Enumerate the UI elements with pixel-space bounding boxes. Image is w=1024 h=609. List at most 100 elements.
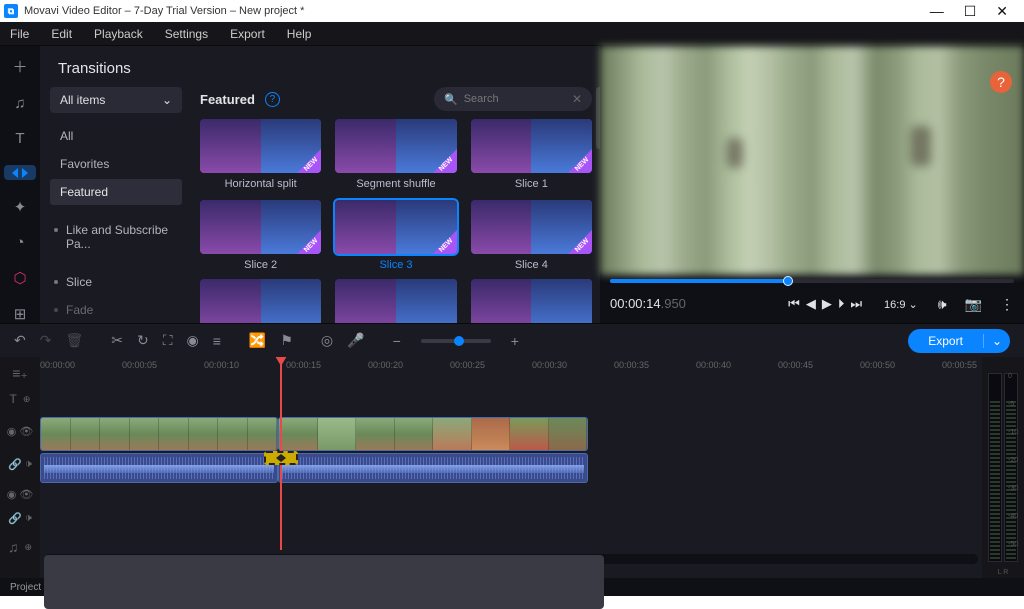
color-icon[interactable]: ◉	[187, 332, 199, 349]
transition-thumb[interactable]: NEW	[471, 200, 592, 254]
next-frame-icon[interactable]: ⏵	[838, 296, 845, 312]
rotate-icon[interactable]: ↻	[137, 332, 149, 349]
maximize-button[interactable]: ☐	[964, 3, 977, 20]
video-track[interactable]	[40, 417, 972, 487]
nav-all[interactable]: All	[50, 123, 182, 149]
add-media-icon[interactable]: ＋	[4, 56, 36, 77]
transition-thumb[interactable]: NEW	[200, 119, 321, 173]
tool-strip: ＋ ♫ T ✦ ◔ ⬡ ⊞	[0, 46, 40, 323]
transitions-panel: Transitions All items ⌄ All Favorites Fe…	[40, 46, 600, 323]
help-button[interactable]: ?	[990, 71, 1012, 93]
effects-icon[interactable]: ✦	[4, 198, 36, 216]
delete-icon[interactable]: 🗑	[65, 332, 83, 349]
crop-icon[interactable]: ⛶	[163, 332, 173, 349]
zoom-out-icon[interactable]: −	[393, 333, 401, 349]
category-dropdown[interactable]: All items ⌄	[50, 87, 182, 113]
menu-export[interactable]: Export	[230, 27, 265, 41]
timeline-ruler[interactable]: 00:00:0000:00:0500:00:1000:00:1500:00:20…	[40, 357, 982, 375]
audio-meters: 0-5-10-20-30-40-50 L R	[982, 357, 1024, 578]
preview-more-icon[interactable]: ⋮	[1000, 296, 1014, 313]
transition-wizard-icon[interactable]: 🔀	[249, 332, 266, 349]
main-area: ＋ ♫ T ✦ ◔ ⬡ ⊞ Transitions All items ⌄ Al…	[0, 46, 1024, 323]
transition-thumb[interactable]: NEW	[335, 119, 456, 173]
minimize-button[interactable]: —	[930, 3, 944, 20]
music-track-icon[interactable]: ♫ ⊕	[0, 535, 40, 559]
undo-icon[interactable]: ↶	[14, 332, 26, 349]
panel-content: Featured ? 🔍 Search ✕ NEWHorizontal spli…	[192, 87, 600, 323]
export-dropdown-icon[interactable]: ⌄	[983, 334, 1010, 348]
extra-track-header[interactable]: ◉👁	[0, 479, 40, 509]
video-clip[interactable]	[40, 417, 278, 451]
transition-label: Slice 3	[335, 259, 456, 271]
timeline-track-headers: ≡₊ T⊕ ◉👁 🔗🕩 ◉👁 🔗🕩 ♫ ⊕	[0, 357, 40, 578]
transition-label: Horizontal split	[200, 178, 321, 190]
chevron-down-icon: ⌄	[162, 93, 172, 107]
transition-thumb[interactable]: NEW	[200, 200, 321, 254]
aspect-ratio[interactable]: 16:9 ⌄	[884, 298, 918, 311]
more-tools-icon[interactable]: ⊞	[4, 305, 36, 323]
split-icon[interactable]: ✂	[111, 332, 123, 349]
transition-thumb[interactable]: NEW	[471, 119, 592, 173]
menu-edit[interactable]: Edit	[51, 27, 72, 41]
zoom-slider[interactable]	[421, 339, 491, 343]
transition-thumb[interactable]	[335, 279, 456, 323]
extra-track-header2[interactable]: 🔗🕩	[0, 509, 40, 527]
nav-category[interactable]: Like and Subscribe Pa...	[50, 217, 182, 257]
transition-thumb[interactable]	[471, 279, 592, 323]
search-input[interactable]: 🔍 Search ✕	[434, 87, 592, 111]
menu-help[interactable]: Help	[287, 27, 312, 41]
clear-search-icon[interactable]: ✕	[572, 92, 582, 106]
next-clip-icon[interactable]: ⏭	[850, 296, 862, 312]
nav-favorites[interactable]: Favorites	[50, 151, 182, 177]
ruler-tick: 00:00:40	[696, 360, 731, 370]
close-button[interactable]: ✕	[996, 3, 1008, 20]
meter-lr-label: L R	[982, 569, 1024, 576]
audio-waveform[interactable]	[278, 453, 588, 483]
audio-track-header[interactable]: 🔗🕩	[0, 449, 40, 479]
clip-properties-icon[interactable]: ≡	[213, 333, 221, 349]
prev-clip-icon[interactable]: ⏮	[788, 296, 800, 312]
menu-file[interactable]: File	[10, 27, 29, 41]
stickers-icon[interactable]: ◔	[4, 234, 36, 251]
ruler-tick: 00:00:50	[860, 360, 895, 370]
add-track-icon[interactable]: ≡₊	[0, 361, 40, 385]
overlays-icon[interactable]: ⬡	[4, 269, 36, 287]
video-clip[interactable]	[278, 417, 588, 451]
preview-seekbar[interactable]	[600, 277, 1024, 285]
audio-waveform[interactable]	[40, 453, 278, 483]
marker-icon[interactable]: ⚑	[280, 332, 293, 349]
nav-category[interactable]: Slice	[50, 269, 182, 295]
prev-frame-icon[interactable]: ◀	[806, 296, 816, 312]
volume-icon[interactable]: 🕪	[938, 296, 947, 313]
transition-marker[interactable]	[264, 451, 298, 465]
export-button[interactable]: Export ⌄	[908, 329, 1010, 353]
titles-icon[interactable]: T	[4, 130, 36, 147]
menu-playback[interactable]: Playback	[94, 27, 143, 41]
ruler-tick: 00:00:35	[614, 360, 649, 370]
nav-featured[interactable]: Featured	[50, 179, 182, 205]
preview-video[interactable]	[600, 46, 1024, 275]
audio-icon[interactable]: ♫	[4, 95, 36, 112]
snapshot-icon[interactable]: 📷	[965, 296, 982, 313]
record-audio-icon[interactable]: 🎤	[347, 332, 364, 349]
zoom-in-icon[interactable]: +	[511, 333, 519, 349]
title-track-header[interactable]: T⊕	[0, 385, 40, 413]
help-icon[interactable]: ?	[265, 92, 280, 107]
ruler-tick: 00:00:20	[368, 360, 403, 370]
menu-settings[interactable]: Settings	[165, 27, 208, 41]
transitions-icon[interactable]	[4, 165, 36, 180]
timeline-main[interactable]: 00:00:0000:00:0500:00:1000:00:1500:00:20…	[40, 357, 982, 578]
timeline-scrollbar[interactable]	[44, 554, 978, 564]
ruler-tick: 00:00:45	[778, 360, 813, 370]
preview-controls: 00:00:14.950 ⏮ ◀ ▶ ⏵ ⏭ 16:9 ⌄ 🕪 📷 ⋮	[600, 285, 1024, 323]
timeline: ≡₊ T⊕ ◉👁 🔗🕩 ◉👁 🔗🕩 ♫ ⊕ 00:00:0000:00:0500…	[0, 357, 1024, 578]
menu-bar: File Edit Playback Settings Export Help	[0, 22, 1024, 46]
nav-category[interactable]: Fade	[50, 297, 182, 323]
app-icon: ⧉	[4, 4, 18, 18]
play-icon[interactable]: ▶	[822, 296, 832, 312]
transition-thumb[interactable]: NEW	[335, 200, 456, 254]
video-track-header[interactable]: ◉👁	[0, 413, 40, 449]
transition-thumb[interactable]	[200, 279, 321, 323]
record-video-icon[interactable]: ◎	[321, 332, 333, 349]
redo-icon[interactable]: ↷	[40, 332, 52, 349]
